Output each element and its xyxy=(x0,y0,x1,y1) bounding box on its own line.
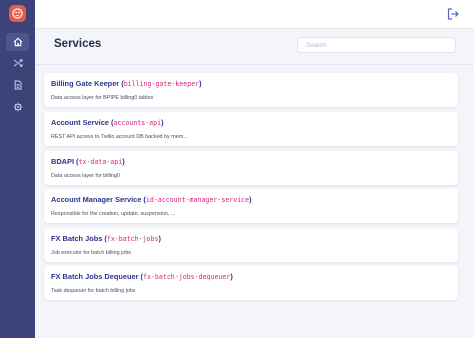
home-icon xyxy=(13,37,22,47)
service-name: Billing Gate Keeper xyxy=(51,79,120,88)
service-description: Data access layer for BPIPE billing0 tab… xyxy=(51,95,154,101)
service-description: Data access layer for billing0 xyxy=(51,173,120,179)
service-id: tx-data-api xyxy=(78,158,123,166)
app-logo[interactable] xyxy=(9,5,26,22)
service-description: Responsible for the creation, update, su… xyxy=(51,211,176,217)
service-name: Account Service xyxy=(51,118,109,127)
gear-icon xyxy=(13,102,22,112)
service-id: billing-gate-keeper xyxy=(123,80,200,88)
service-description: Task dequeuer for batch billing jobs xyxy=(51,288,136,294)
service-card[interactable]: BDAPI (tx-data-api) Data access layer fo… xyxy=(44,151,458,185)
sidebar-item-document[interactable] xyxy=(6,76,29,94)
service-description: Job executor for batch billing jobs xyxy=(51,250,132,256)
service-title[interactable]: Account Manager Service (id-account-mana… xyxy=(51,195,252,204)
shuffle-icon xyxy=(13,59,22,67)
service-card[interactable]: Account Service (accounts-api) REST API … xyxy=(44,112,458,146)
search-input[interactable] xyxy=(297,37,456,53)
sidebar xyxy=(0,0,35,338)
service-name: Account Manager Service xyxy=(51,195,142,204)
service-id: fx-batch-jobs-dequeuer xyxy=(143,273,231,281)
service-card[interactable]: Billing Gate Keeper (billing-gate-keeper… xyxy=(44,73,458,107)
service-title[interactable]: FX Batch Jobs Dequeuer (fx-batch-jobs-de… xyxy=(51,272,233,281)
service-title[interactable]: BDAPI (tx-data-api) xyxy=(51,157,125,166)
service-card[interactable]: Account Manager Service (id-account-mana… xyxy=(44,189,458,223)
service-card[interactable]: FX Batch Jobs Dequeuer (fx-batch-jobs-de… xyxy=(44,266,458,300)
page-title: Services xyxy=(54,38,102,50)
sidebar-item-shuffle[interactable] xyxy=(6,54,29,72)
sidebar-item-settings[interactable] xyxy=(6,98,29,116)
service-name: BDAPI xyxy=(51,157,74,166)
top-bar xyxy=(35,0,474,29)
service-title[interactable]: Account Service (accounts-api) xyxy=(51,118,164,127)
service-title[interactable]: FX Batch Jobs (fx-batch-jobs) xyxy=(51,234,161,243)
service-id: id-account-manager-service xyxy=(145,196,250,204)
service-description: REST API access to Twilio account DB bac… xyxy=(51,134,188,140)
document-icon xyxy=(14,80,21,90)
service-name: FX Batch Jobs Dequeuer xyxy=(51,272,139,281)
service-id: fx-batch-jobs xyxy=(106,235,159,243)
header-divider xyxy=(35,64,474,65)
service-title[interactable]: Billing Gate Keeper (billing-gate-keeper… xyxy=(51,79,202,88)
service-card[interactable]: FX Batch Jobs (fx-batch-jobs) Job execut… xyxy=(44,228,458,262)
logout-icon[interactable] xyxy=(446,7,460,21)
service-name: FX Batch Jobs xyxy=(51,234,103,243)
sidebar-item-home[interactable] xyxy=(6,33,29,51)
service-id: accounts-api xyxy=(113,119,162,127)
